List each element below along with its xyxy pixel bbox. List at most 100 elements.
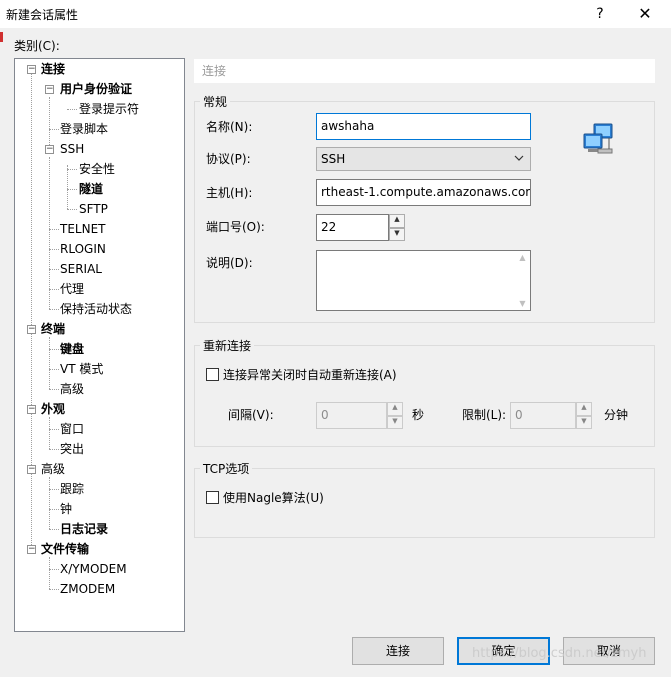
tree-item-logging[interactable]: 日志记录	[60, 520, 108, 538]
collapse-icon[interactable]: −	[27, 545, 36, 554]
tree-item-file-transfer[interactable]: 文件传输	[41, 540, 89, 558]
description-textarea[interactable]	[316, 250, 531, 311]
tree-line	[49, 369, 59, 370]
tree-item-sftp[interactable]: SFTP	[79, 200, 108, 218]
tree-item-serial[interactable]: SERIAL	[60, 260, 102, 278]
close-button[interactable]: ✕	[628, 2, 662, 26]
spin-down-icon[interactable]: ▼	[576, 415, 592, 429]
tree-item-highlight[interactable]: 突出	[60, 440, 84, 458]
chevron-down-icon	[514, 148, 524, 170]
tree-line	[49, 157, 50, 309]
tree-line	[67, 109, 77, 110]
help-button[interactable]: ?	[586, 2, 614, 26]
name-label: 名称(N):	[206, 120, 253, 134]
spin-up-icon[interactable]: ▲	[576, 402, 592, 416]
collapse-icon[interactable]: −	[45, 145, 54, 154]
tree-line	[49, 129, 59, 130]
host-input[interactable]: rtheast-1.compute.amazonaws.com	[316, 179, 531, 206]
nagle-label[interactable]: 使用Nagle算法(U)	[223, 489, 324, 506]
tree-item-ssh[interactable]: SSH	[60, 140, 84, 158]
tree-line	[49, 529, 59, 530]
tree-item-terminal[interactable]: 终端	[41, 320, 65, 338]
tree-line	[49, 489, 59, 490]
limit-spinner[interactable]: ▲ ▼	[576, 402, 592, 429]
tree-item-appearance[interactable]: 外观	[41, 400, 65, 418]
auto-reconnect-label[interactable]: 连接异常关闭时自动重新连接(A)	[223, 366, 397, 383]
network-computers-icon	[582, 122, 616, 156]
collapse-icon[interactable]: −	[45, 85, 54, 94]
collapse-icon[interactable]: −	[27, 465, 36, 474]
description-label: 说明(D):	[206, 256, 253, 270]
general-group-title: 常规	[200, 93, 231, 110]
reconnect-group	[194, 345, 655, 447]
protocol-label: 协议(P):	[206, 152, 251, 166]
tree-line	[49, 289, 59, 290]
tree-item-login-script[interactable]: 登录脚本	[60, 120, 108, 138]
tree-line	[49, 97, 50, 149]
port-spinner[interactable]: ▲ ▼	[389, 214, 405, 241]
tree-line	[49, 557, 50, 589]
tree-item-keepalive[interactable]: 保持活动状态	[60, 300, 132, 318]
minutes-unit: 分钟	[604, 408, 629, 422]
spin-down-icon[interactable]: ▼	[389, 227, 405, 241]
protocol-selected-value: SSH	[321, 152, 346, 166]
scroll-down-icon[interactable]: ▼	[515, 299, 530, 308]
tree-item-telnet[interactable]: TELNET	[60, 220, 106, 238]
name-input[interactable]: awshaha	[316, 113, 531, 140]
interval-input[interactable]: 0	[316, 402, 387, 429]
tree-item-vt-mode[interactable]: VT 模式	[60, 360, 103, 378]
category-tree[interactable]: − 连接 − 用户身份验证 登录提示符 登录脚本 − SSH 安全性 隧道 SF…	[14, 58, 185, 632]
tree-line	[49, 269, 59, 270]
description-scrollbar[interactable]: ▲ ▼	[515, 251, 530, 310]
tree-item-zmodem[interactable]: ZMODEM	[60, 580, 115, 598]
tcp-group-title: TCP选项	[200, 460, 253, 477]
protocol-select[interactable]: SSH	[316, 147, 531, 171]
tree-item-bell[interactable]: 钟	[60, 500, 72, 518]
port-label: 端口号(O):	[206, 220, 265, 234]
background-edge	[0, 32, 3, 42]
collapse-icon[interactable]: −	[27, 405, 36, 414]
tree-item-advanced[interactable]: 高级	[41, 460, 65, 478]
limit-input[interactable]: 0	[510, 402, 576, 429]
tree-item-security[interactable]: 安全性	[79, 160, 115, 178]
tree-line	[49, 449, 59, 450]
tree-item-tunnel[interactable]: 隧道	[79, 180, 103, 198]
breadcrumb: 连接	[194, 59, 655, 83]
tree-item-xymodem[interactable]: X/YMODEM	[60, 560, 127, 578]
auto-reconnect-checkbox[interactable]	[206, 368, 219, 381]
tree-item-window[interactable]: 窗口	[60, 420, 84, 438]
tree-item-login-prompt[interactable]: 登录提示符	[79, 100, 139, 118]
window-title: 新建会话属性	[6, 8, 79, 22]
interval-label: 间隔(V):	[228, 408, 274, 422]
tree-item-connection[interactable]: 连接	[41, 60, 65, 78]
host-label: 主机(H):	[206, 186, 253, 200]
collapse-icon[interactable]: −	[27, 65, 36, 74]
tree-item-auth[interactable]: 用户身份验证	[60, 80, 132, 98]
scroll-up-icon[interactable]: ▲	[515, 253, 530, 262]
tree-item-proxy[interactable]: 代理	[60, 280, 84, 298]
spin-down-icon[interactable]: ▼	[387, 415, 403, 429]
connect-button[interactable]: 连接	[352, 637, 444, 665]
watermark: https://blog.csdn.net/zmyh	[472, 646, 647, 661]
port-input[interactable]: 22	[316, 214, 389, 241]
tree-line	[67, 169, 77, 170]
tree-line	[49, 249, 59, 250]
tree-line	[49, 337, 50, 389]
spin-up-icon[interactable]: ▲	[387, 402, 403, 416]
interval-spinner[interactable]: ▲ ▼	[387, 402, 403, 429]
tree-item-keyboard[interactable]: 键盘	[60, 340, 84, 358]
tree-item-terminal-advanced[interactable]: 高级	[60, 380, 84, 398]
tree-line	[49, 309, 59, 310]
spin-up-icon[interactable]: ▲	[389, 214, 405, 228]
tree-line	[67, 189, 77, 190]
tree-item-trace[interactable]: 跟踪	[60, 480, 84, 498]
tree-line	[49, 589, 59, 590]
tree-item-rlogin[interactable]: RLOGIN	[60, 240, 106, 258]
tree-line	[49, 429, 59, 430]
nagle-checkbox[interactable]	[206, 491, 219, 504]
tree-line	[49, 229, 59, 230]
tree-line	[67, 209, 77, 210]
category-label: 类别(C):	[14, 39, 60, 53]
tree-line	[31, 73, 32, 551]
collapse-icon[interactable]: −	[27, 325, 36, 334]
